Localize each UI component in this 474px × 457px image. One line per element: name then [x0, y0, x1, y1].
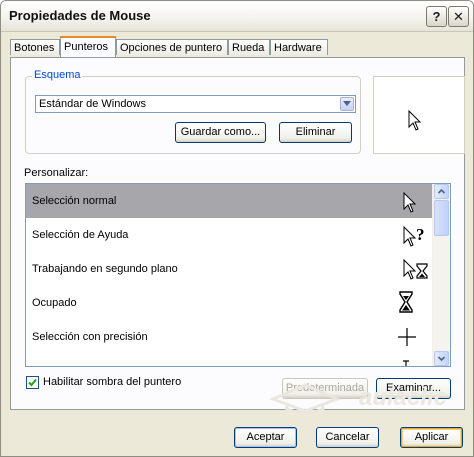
chevron-down-icon [437, 356, 446, 362]
enable-pointer-shadow-label: Habilitar sombra del puntero [43, 376, 182, 388]
text-select-cursor-icon [403, 360, 409, 366]
list-item-label: Ocupado [32, 297, 77, 309]
tab-botones[interactable]: Botones [10, 39, 60, 55]
list-item-partial[interactable] [26, 354, 434, 366]
list-item-label: Trabajando en segundo plano [32, 263, 178, 275]
hourglass-cursor-icon [399, 291, 413, 313]
scheme-select[interactable]: Estándar de Windows [35, 95, 356, 113]
svg-text:?: ? [416, 225, 425, 244]
list-item[interactable]: Selección normal [26, 184, 434, 218]
apply-button[interactable]: Aplicar [400, 427, 463, 448]
vertical-scrollbar[interactable] [432, 184, 450, 366]
list-item[interactable]: Trabajando en segundo plano [26, 252, 434, 286]
list-item-label: Selección normal [32, 195, 117, 207]
scroll-up-button[interactable] [434, 184, 449, 199]
working-in-background-cursor-icon [403, 258, 428, 280]
chevron-up-icon [437, 188, 446, 194]
help-icon[interactable]: ? [426, 6, 447, 27]
scheme-group-label: Esquema [32, 69, 83, 81]
scheme-group: Esquema Estándar de Windows Guardar como… [25, 69, 361, 154]
ok-button[interactable]: Aceptar [234, 427, 297, 448]
use-default-button[interactable]: Predeterminada [282, 378, 368, 399]
crosshair-cursor-icon [398, 328, 416, 346]
cursor-list[interactable]: Selección normal Selección de Ayuda ? Tr… [25, 183, 451, 367]
customize-label: Personalizar: [24, 167, 89, 179]
title-bar: Propiedades de Mouse ? ✕ [1, 1, 473, 32]
tab-punteros[interactable]: Punteros [60, 36, 116, 57]
enable-pointer-shadow-checkbox[interactable] [26, 376, 39, 389]
pointer-preview [373, 76, 465, 154]
list-item[interactable]: Ocupado [26, 286, 434, 320]
delete-scheme-button[interactable]: Eliminar [279, 122, 352, 143]
scrollbar-thumb[interactable] [434, 200, 449, 236]
pointers-tab-panel: Esquema Estándar de Windows Guardar como… [10, 57, 465, 410]
arrow-cursor-icon [403, 192, 417, 213]
close-icon[interactable]: ✕ [448, 6, 469, 27]
save-as-button[interactable]: Guardar como... [175, 122, 266, 143]
checkmark-icon [28, 378, 37, 387]
tab-rueda[interactable]: Rueda [228, 39, 270, 55]
window-title: Propiedades de Mouse [9, 8, 151, 23]
tab-hardware[interactable]: Hardware [270, 39, 328, 55]
mouse-properties-window: Propiedades de Mouse ? ✕ Botones Puntero… [0, 0, 474, 457]
preview-arrow-cursor-icon [408, 110, 422, 131]
help-select-cursor-icon: ? [403, 225, 425, 247]
chevron-down-icon[interactable] [340, 97, 354, 111]
list-item[interactable]: Selección de Ayuda ? [26, 218, 434, 252]
tab-opciones-de-puntero[interactable]: Opciones de puntero [116, 39, 228, 55]
list-item-label: Selección con precisión [32, 331, 148, 343]
browse-button[interactable]: Examinar... [376, 378, 451, 399]
list-item-label: Selección de Ayuda [32, 229, 129, 241]
list-item[interactable]: Selección con precisión [26, 320, 434, 354]
cancel-button[interactable]: Cancelar [316, 427, 379, 448]
scheme-select-value: Estándar de Windows [39, 98, 146, 110]
scroll-down-button[interactable] [434, 351, 449, 366]
